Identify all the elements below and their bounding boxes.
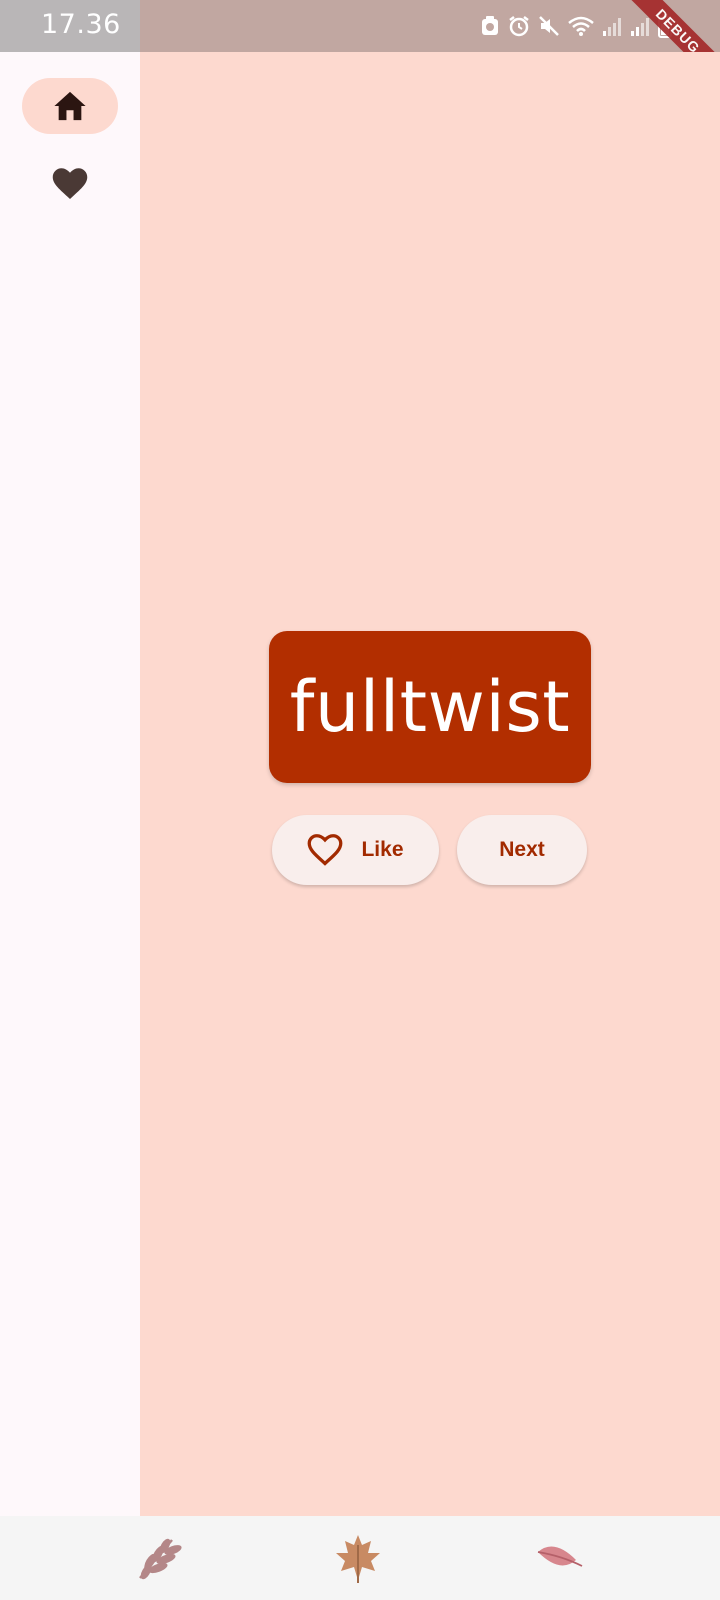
signal-icon bbox=[603, 18, 621, 36]
home-icon bbox=[54, 91, 86, 121]
cast-icon bbox=[482, 16, 498, 35]
fern-leaf-icon bbox=[128, 1530, 188, 1586]
alarm-icon bbox=[509, 16, 529, 37]
maple-leaf-icon bbox=[328, 1530, 388, 1586]
mute-icon bbox=[539, 16, 559, 36]
rail-item-favorites[interactable] bbox=[22, 156, 118, 212]
heart-outline-icon bbox=[308, 834, 343, 866]
bottom-bar bbox=[0, 1516, 720, 1600]
next-button[interactable]: Next bbox=[457, 815, 587, 885]
next-button-label: Next bbox=[499, 838, 545, 861]
word-pair-card: fulltwist bbox=[269, 631, 591, 783]
main-content bbox=[140, 52, 720, 1516]
signal-icon-2 bbox=[631, 18, 649, 36]
pink-leaf-icon bbox=[530, 1530, 590, 1586]
heart-icon bbox=[52, 168, 88, 199]
word-pair-text: fulltwist bbox=[289, 666, 571, 748]
status-bar: 17.36 DEBUG bbox=[0, 0, 720, 96]
like-button-label: Like bbox=[361, 838, 404, 861]
rail-item-home[interactable] bbox=[22, 78, 118, 134]
status-time: 17.36 bbox=[41, 9, 121, 40]
wifi-icon bbox=[568, 16, 594, 36]
navigation-rail bbox=[0, 52, 140, 1516]
status-icons bbox=[480, 12, 672, 40]
like-button[interactable]: Like bbox=[272, 815, 439, 885]
